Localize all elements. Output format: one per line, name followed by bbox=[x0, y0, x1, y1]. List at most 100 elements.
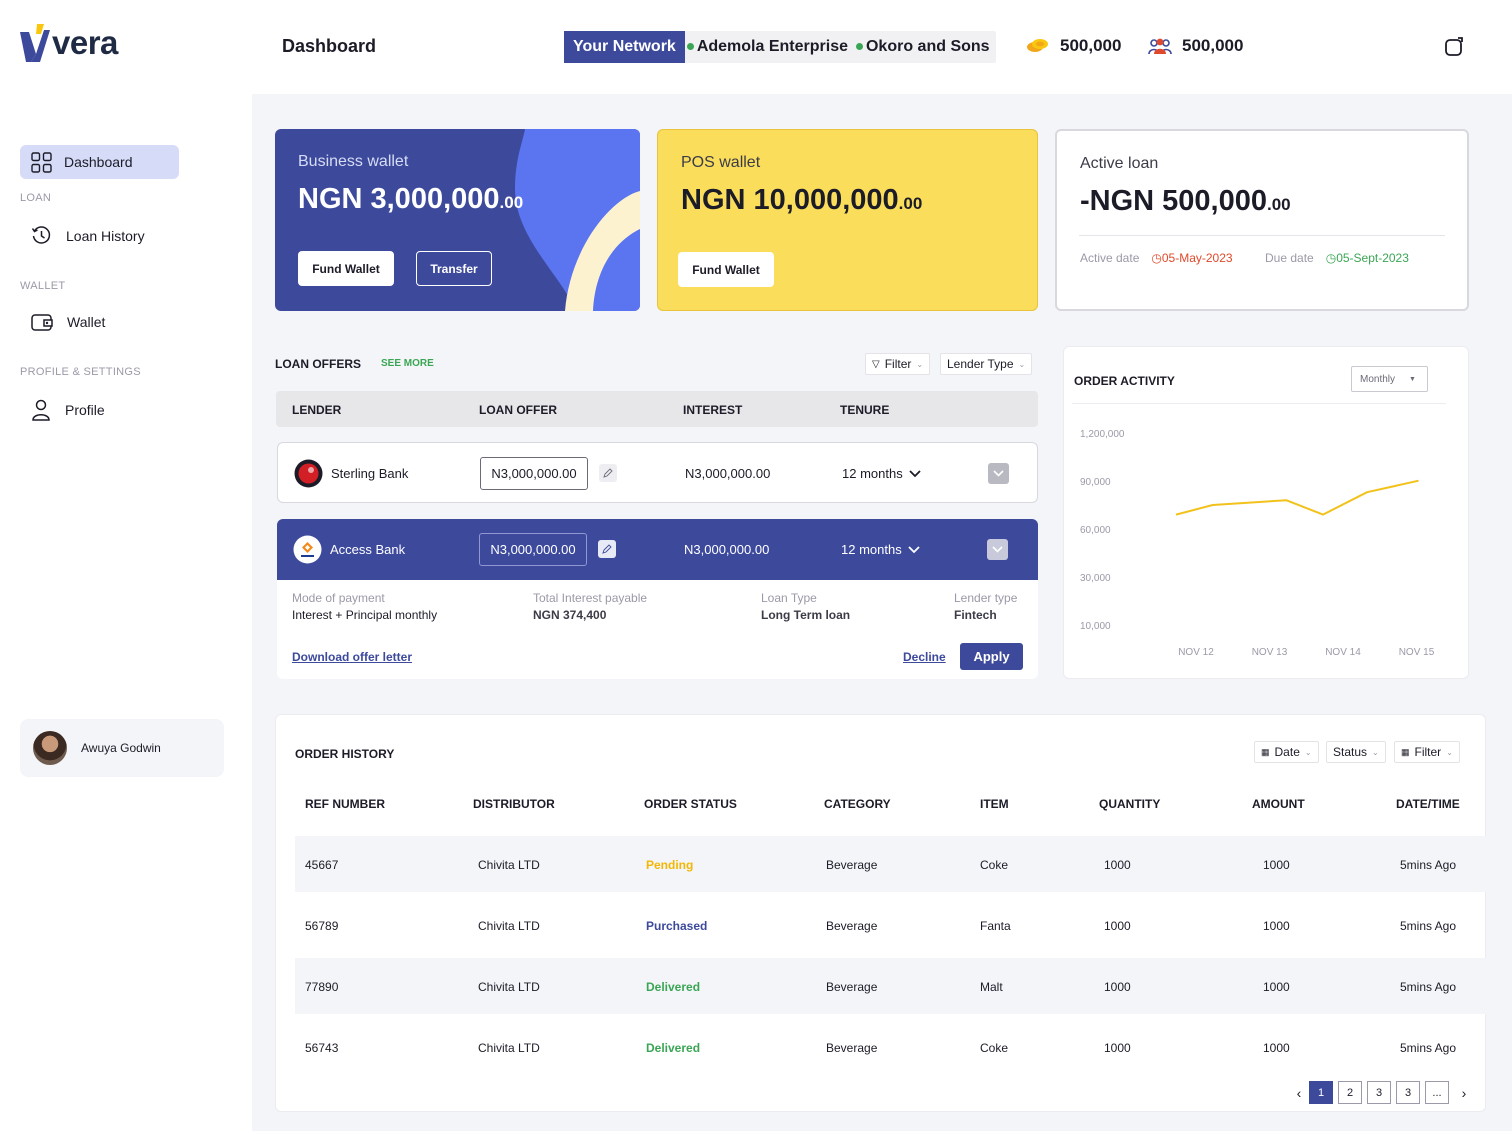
active-loan-amount: -NGN 500,000.00 bbox=[1080, 185, 1291, 217]
section-label-loan: LOAN bbox=[20, 192, 52, 204]
lender-type-dropdown[interactable]: Lender Type ⌄ bbox=[940, 353, 1033, 375]
page-button[interactable]: 3 bbox=[1396, 1081, 1420, 1104]
chevron-down-icon bbox=[909, 469, 921, 477]
edit-icon[interactable] bbox=[599, 464, 617, 482]
section-label-wallet: WALLET bbox=[20, 280, 66, 292]
business-wallet-amount: NGN 3,000,000.00 bbox=[298, 183, 524, 215]
sidebar-item-label: Wallet bbox=[67, 314, 106, 330]
active-loan-card: Active loan -NGN 500,000.00 Active date … bbox=[1055, 129, 1469, 311]
stat-network: 500,000 bbox=[1148, 36, 1243, 56]
brand-name: vera bbox=[52, 24, 118, 61]
page-button[interactable]: 1 bbox=[1309, 1081, 1333, 1104]
date-filter-dropdown[interactable]: ▦ Date ⌄ bbox=[1254, 741, 1319, 763]
page-button[interactable]: ... bbox=[1425, 1081, 1449, 1104]
section-label-profile: PROFILE & SETTINGS bbox=[20, 366, 141, 378]
loan-offer-details: Mode of payment Interest + Principal mon… bbox=[277, 580, 1038, 679]
lender-type: Lender type Fintech bbox=[954, 591, 1018, 622]
sidebar-item-dashboard[interactable]: Dashboard bbox=[20, 145, 179, 179]
x-tick-label: NOV 13 bbox=[1252, 647, 1288, 658]
edit-icon[interactable] bbox=[598, 540, 616, 558]
column-header: QUANTITY bbox=[1099, 797, 1161, 811]
loan-offer-input[interactable]: N3,000,000.00 bbox=[479, 533, 587, 566]
series-line bbox=[1175, 479, 1419, 516]
download-offer-link[interactable]: Download offer letter bbox=[292, 650, 412, 664]
table-row[interactable]: 56789 Chivita LTD Purchased Beverage Fan… bbox=[295, 897, 1487, 953]
access-bank-logo bbox=[293, 535, 322, 564]
user-icon bbox=[32, 399, 50, 421]
network-item-ademola[interactable]: Ademola Enterprise bbox=[685, 31, 854, 63]
transfer-button[interactable]: Transfer bbox=[416, 251, 492, 286]
chevron-right-icon[interactable]: › bbox=[1454, 1085, 1474, 1101]
page-button[interactable]: 3 bbox=[1367, 1081, 1391, 1104]
history-icon bbox=[31, 226, 51, 244]
business-wallet-card: Business wallet NGN 3,000,000.00 Fund Wa… bbox=[275, 129, 640, 311]
people-icon bbox=[1148, 38, 1172, 55]
table-row[interactable]: 45667 Chivita LTD Pending Beverage Coke … bbox=[295, 836, 1487, 892]
loan-offer-input[interactable]: N3,000,000.00 bbox=[480, 457, 588, 490]
collapse-row-button[interactable] bbox=[987, 539, 1008, 560]
sidebar-item-loan-history[interactable]: Loan History bbox=[31, 225, 145, 246]
refresh-icon[interactable] bbox=[1444, 37, 1464, 57]
status-filter-dropdown[interactable]: Status ⌄ bbox=[1326, 741, 1386, 763]
table-row[interactable]: 56743 Chivita LTD Delivered Beverage Cok… bbox=[295, 1019, 1487, 1075]
loan-offer-row-selected[interactable]: Access Bank N3,000,000.00 N3,000,000.00 … bbox=[277, 519, 1038, 580]
calendar-icon: ▦ bbox=[1401, 746, 1410, 757]
order-activity-chart: 1,200,000 90,000 60,000 30,000 10,000 NOV 12 N… bbox=[1080, 429, 1435, 658]
apply-button[interactable]: Apply bbox=[960, 643, 1023, 670]
status-badge: Pending bbox=[646, 858, 694, 872]
pos-wallet-label: POS wallet bbox=[681, 154, 761, 171]
pos-wallet-card: POS wallet NGN 10,000,000.00 Fund Wallet bbox=[657, 129, 1038, 311]
sterling-bank-logo bbox=[294, 459, 323, 488]
chevron-down-icon bbox=[992, 546, 1003, 553]
fund-wallet-button[interactable]: Fund Wallet bbox=[298, 251, 394, 286]
loan-offer-row[interactable]: Sterling Bank N3,000,000.00 N3,000,000.0… bbox=[277, 442, 1038, 503]
expand-row-button[interactable] bbox=[988, 463, 1009, 484]
column-header: DISTRIBUTOR bbox=[473, 797, 555, 811]
network-tab-your-network[interactable]: Your Network bbox=[564, 31, 685, 63]
page-button[interactable]: 2 bbox=[1338, 1081, 1362, 1104]
chevron-left-icon[interactable]: ‹ bbox=[1289, 1085, 1309, 1101]
sidebar-item-wallet[interactable]: Wallet bbox=[31, 312, 105, 332]
sidebar: Dashboard LOAN Loan History WALLET Walle… bbox=[0, 94, 252, 1131]
vera-logo[interactable]: vera bbox=[20, 24, 118, 62]
chevron-down-icon: ⌄ bbox=[1446, 747, 1453, 757]
loan-type: Loan Type Long Term loan bbox=[761, 591, 851, 622]
y-tick-label: 90,000 bbox=[1080, 477, 1111, 488]
y-tick-label: 1,200,000 bbox=[1080, 429, 1125, 440]
loan-filter-dropdown[interactable]: ▽ Filter ⌄ bbox=[865, 353, 931, 375]
filter-icon: ▽ bbox=[872, 358, 880, 370]
lender-name: Sterling Bank bbox=[331, 466, 409, 481]
stat-coins-value: 500,000 bbox=[1060, 36, 1122, 55]
order-history-panel: ORDER HISTORY ▦ Date ⌄ Status ⌄ ▦ Filter ⌄ RE… bbox=[275, 714, 1487, 1112]
business-wallet-label: Business wallet bbox=[298, 153, 409, 170]
network-switcher[interactable]: Your Network Ademola Enterprise Okoro an… bbox=[564, 31, 996, 63]
sidebar-item-profile[interactable]: Profile bbox=[31, 399, 105, 421]
column-header: AMOUNT bbox=[1252, 797, 1305, 811]
status-badge: Purchased bbox=[646, 919, 708, 933]
column-header: ORDER STATUS bbox=[644, 797, 737, 811]
y-tick-label: 30,000 bbox=[1080, 573, 1111, 584]
table-row[interactable]: 77890 Chivita LTD Delivered Beverage Mal… bbox=[295, 958, 1487, 1014]
see-more-link[interactable]: SEE MORE bbox=[381, 358, 434, 369]
vera-logo-icon bbox=[20, 24, 50, 62]
user-card[interactable]: Awuya Godwin bbox=[20, 719, 224, 777]
column-header: INTEREST bbox=[683, 403, 743, 417]
order-history-title: ORDER HISTORY bbox=[295, 747, 395, 761]
tenure-select[interactable]: 12 months bbox=[841, 542, 920, 557]
stat-coins: 500,000 bbox=[1026, 36, 1121, 56]
column-header: TENURE bbox=[840, 403, 890, 417]
lender-name: Access Bank bbox=[330, 542, 406, 557]
page-title: Dashboard bbox=[282, 36, 377, 56]
chevron-down-icon: ⌄ bbox=[916, 359, 924, 369]
history-filter-dropdown[interactable]: ▦ Filter ⌄ bbox=[1394, 741, 1460, 763]
y-tick-label: 60,000 bbox=[1080, 525, 1111, 536]
sidebar-item-label: Profile bbox=[65, 402, 105, 418]
decline-button[interactable]: Decline bbox=[903, 650, 946, 664]
chevron-down-icon bbox=[908, 545, 920, 553]
column-header: LENDER bbox=[292, 403, 342, 417]
active-loan-label: Active loan bbox=[1080, 155, 1159, 172]
tenure-select[interactable]: 12 months bbox=[842, 466, 921, 481]
pos-fund-wallet-button[interactable]: Fund Wallet bbox=[678, 252, 774, 287]
network-item-okoro[interactable]: Okoro and Sons bbox=[854, 31, 996, 63]
wallet-icon bbox=[31, 314, 53, 331]
